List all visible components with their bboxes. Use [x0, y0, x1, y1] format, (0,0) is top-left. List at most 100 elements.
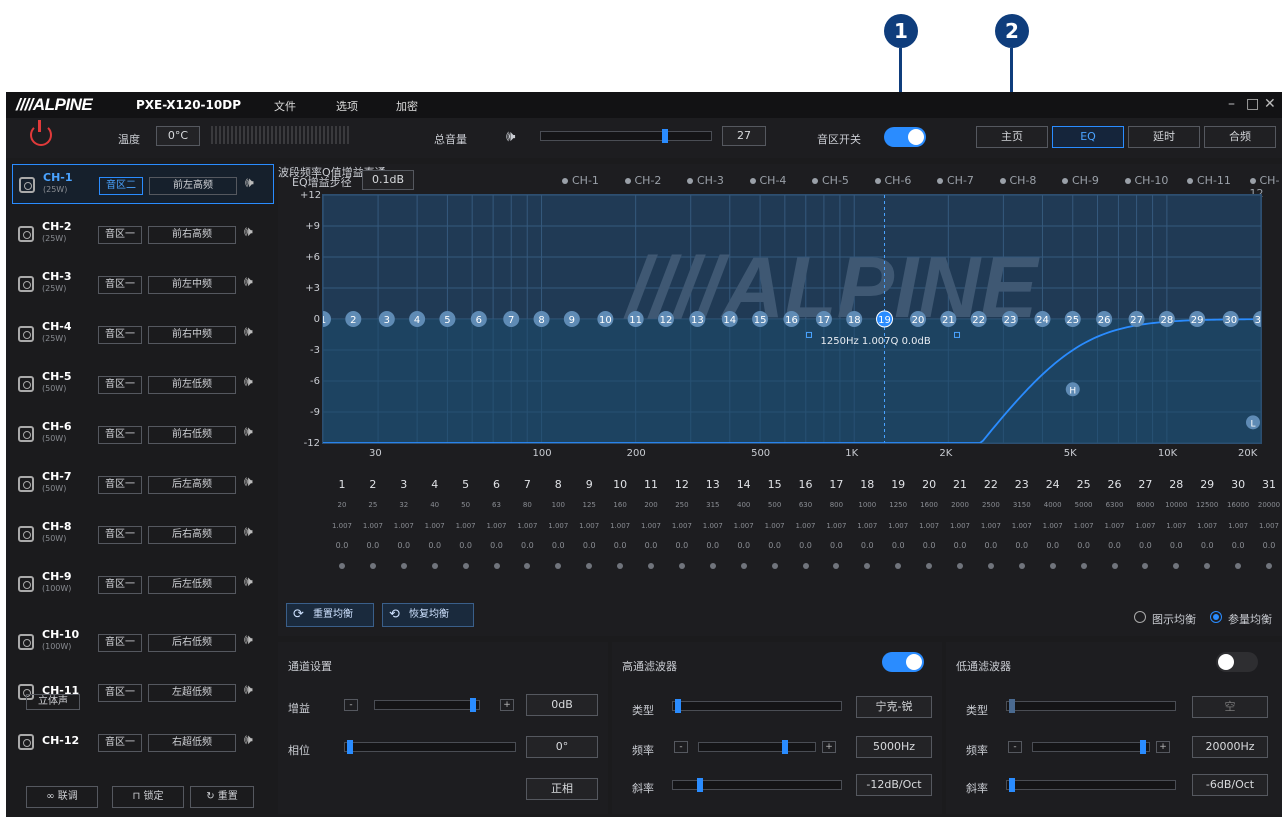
band-bypass-dot[interactable] — [431, 563, 438, 569]
legend-ch-8[interactable]: CH-8 — [1000, 174, 1037, 187]
channel-row-5[interactable]: CH-5 (50W) 音区一 前左低频 🕪 — [12, 364, 274, 404]
band-q[interactable]: 1.007 — [821, 522, 851, 530]
gain-thumb[interactable] — [470, 698, 477, 712]
legend-ch-6[interactable]: CH-6 — [875, 174, 912, 187]
delay-button[interactable]: 延时 — [1128, 126, 1200, 148]
band-q[interactable]: 1.007 — [1130, 522, 1160, 530]
lowpass-slope-value[interactable]: -6dB/Oct — [1192, 774, 1268, 796]
band-gain[interactable]: 0.0 — [605, 541, 635, 550]
band-q[interactable]: 1.007 — [914, 522, 944, 530]
legend-ch-3[interactable]: CH-3 — [687, 174, 724, 187]
speaker-icon[interactable]: 🕪 — [506, 127, 515, 145]
lowpass-freq-thumb[interactable] — [1139, 740, 1146, 754]
band-frequency[interactable]: 630 — [791, 501, 821, 509]
band-bypass-dot[interactable] — [1018, 563, 1025, 569]
highpass-type-thumb[interactable] — [675, 699, 681, 713]
channel-position-select[interactable]: 右超低频 — [148, 734, 236, 752]
band-gain[interactable]: 0.0 — [636, 541, 666, 550]
legend-ch-2[interactable]: CH-2 — [625, 174, 662, 187]
channel-position-select[interactable]: 前左高频 — [149, 177, 237, 195]
channel-zone-select[interactable]: 音区一 — [98, 276, 142, 294]
crossover-button[interactable]: 合频 — [1204, 126, 1276, 148]
band-bypass-dot[interactable] — [740, 563, 747, 569]
lowpass-slope-slider[interactable] — [1006, 778, 1176, 792]
channel-zone-select[interactable]: 音区一 — [98, 476, 142, 494]
reset-button[interactable]: ↻ 重置 — [190, 786, 254, 808]
band-q[interactable]: 1.007 — [1161, 522, 1191, 530]
band-frequency[interactable]: 12500 — [1192, 501, 1222, 509]
channel-position-select[interactable]: 前右中频 — [148, 326, 236, 344]
band-q[interactable]: 1.007 — [945, 522, 975, 530]
channel-position-select[interactable]: 后左高频 — [148, 476, 236, 494]
band-bypass-dot[interactable] — [617, 563, 624, 569]
home-button[interactable]: 主页 — [976, 126, 1048, 148]
channel-position-select[interactable]: 前左低频 — [148, 376, 236, 394]
band-frequency[interactable]: 3150 — [1007, 501, 1037, 509]
channel-zone-select[interactable]: 音区一 — [98, 526, 142, 544]
lowpass-freq-plus[interactable]: + — [1156, 741, 1170, 753]
gain-slider[interactable] — [374, 698, 480, 712]
band-frequency[interactable]: 2500 — [976, 501, 1006, 509]
mute-icon[interactable]: 🕪 — [244, 274, 253, 290]
band-frequency[interactable]: 250 — [667, 501, 697, 509]
band-frequency[interactable]: 1600 — [914, 501, 944, 509]
gain-plus-button[interactable]: + — [500, 699, 514, 711]
band-q[interactable]: 1.007 — [389, 522, 419, 530]
channel-zone-select[interactable]: 音区二 — [99, 177, 143, 195]
band-bypass-dot[interactable] — [1142, 563, 1149, 569]
band-q[interactable]: 1.007 — [883, 522, 913, 530]
band-gain[interactable]: 0.0 — [914, 541, 944, 550]
highpass-freq-value[interactable]: 5000Hz — [856, 736, 932, 758]
band-frequency[interactable]: 5000 — [1069, 501, 1099, 509]
mute-icon[interactable]: 🕪 — [244, 732, 253, 748]
band-q[interactable]: 1.007 — [327, 522, 357, 530]
band-frequency[interactable]: 500 — [760, 501, 790, 509]
highpass-slope-value[interactable]: -12dB/Oct — [856, 774, 932, 796]
band-q[interactable]: 1.007 — [605, 522, 635, 530]
band-frequency[interactable]: 80 — [512, 501, 542, 509]
channel-row-1[interactable]: CH-1 (25W) 音区二 前左高频 🕪 — [12, 164, 274, 204]
band-bypass-dot[interactable] — [864, 563, 871, 569]
channel-row-10[interactable]: CH-10 (100W) 音区一 后右低频 🕪 — [12, 622, 274, 662]
band-frequency[interactable]: 25 — [358, 501, 388, 509]
mute-icon[interactable]: 🕪 — [244, 682, 253, 698]
band-frequency[interactable]: 400 — [729, 501, 759, 509]
channel-row-8[interactable]: CH-8 (50W) 音区一 后右高频 🕪 — [12, 514, 274, 554]
band-gain[interactable]: 0.0 — [1161, 541, 1191, 550]
band-q[interactable]: 1.007 — [976, 522, 1006, 530]
lowpass-toggle[interactable] — [1216, 652, 1258, 672]
band-frequency[interactable]: 20 — [327, 501, 357, 509]
band-frequency[interactable]: 50 — [451, 501, 481, 509]
power-icon[interactable] — [30, 120, 52, 146]
band-frequency[interactable]: 2000 — [945, 501, 975, 509]
mute-icon[interactable]: 🕪 — [244, 374, 253, 390]
master-volume-slider[interactable] — [540, 129, 712, 143]
band-frequency[interactable]: 315 — [698, 501, 728, 509]
band-gain[interactable]: 0.0 — [883, 541, 913, 550]
channel-position-select[interactable]: 后右高频 — [148, 526, 236, 544]
mute-icon[interactable]: 🕪 — [244, 424, 253, 440]
band-gain[interactable]: 0.0 — [1192, 541, 1222, 550]
channel-zone-select[interactable]: 音区一 — [98, 734, 142, 752]
band-gain[interactable]: 0.0 — [821, 541, 851, 550]
band-bypass-dot[interactable] — [1235, 563, 1242, 569]
band-q[interactable]: 1.007 — [358, 522, 388, 530]
band-bypass-dot[interactable] — [339, 563, 345, 569]
channel-row-4[interactable]: CH-4 (25W) 音区一 前右中频 🕪 — [12, 314, 274, 354]
band-bypass-dot[interactable] — [400, 563, 407, 569]
band-gain[interactable]: 0.0 — [729, 541, 759, 550]
band-bypass-dot[interactable] — [1204, 563, 1211, 569]
mute-icon[interactable]: 🕪 — [244, 524, 253, 540]
highpass-freq-minus[interactable]: - — [674, 741, 688, 753]
legend-ch-7[interactable]: CH-7 — [937, 174, 974, 187]
band-q[interactable]: 1.007 — [451, 522, 481, 530]
band-gain[interactable]: 0.0 — [1100, 541, 1130, 550]
mute-icon[interactable]: 🕪 — [245, 175, 254, 191]
band-gain[interactable]: 0.0 — [791, 541, 821, 550]
band-bypass-dot[interactable] — [709, 563, 716, 569]
band-bypass-dot[interactable] — [771, 563, 778, 569]
channel-row-3[interactable]: CH-3 (25W) 音区一 前左中频 🕪 — [12, 264, 274, 304]
mute-icon[interactable]: 🕪 — [244, 574, 253, 590]
legend-ch-4[interactable]: CH-4 — [750, 174, 787, 187]
band-q[interactable]: 1.007 — [760, 522, 790, 530]
